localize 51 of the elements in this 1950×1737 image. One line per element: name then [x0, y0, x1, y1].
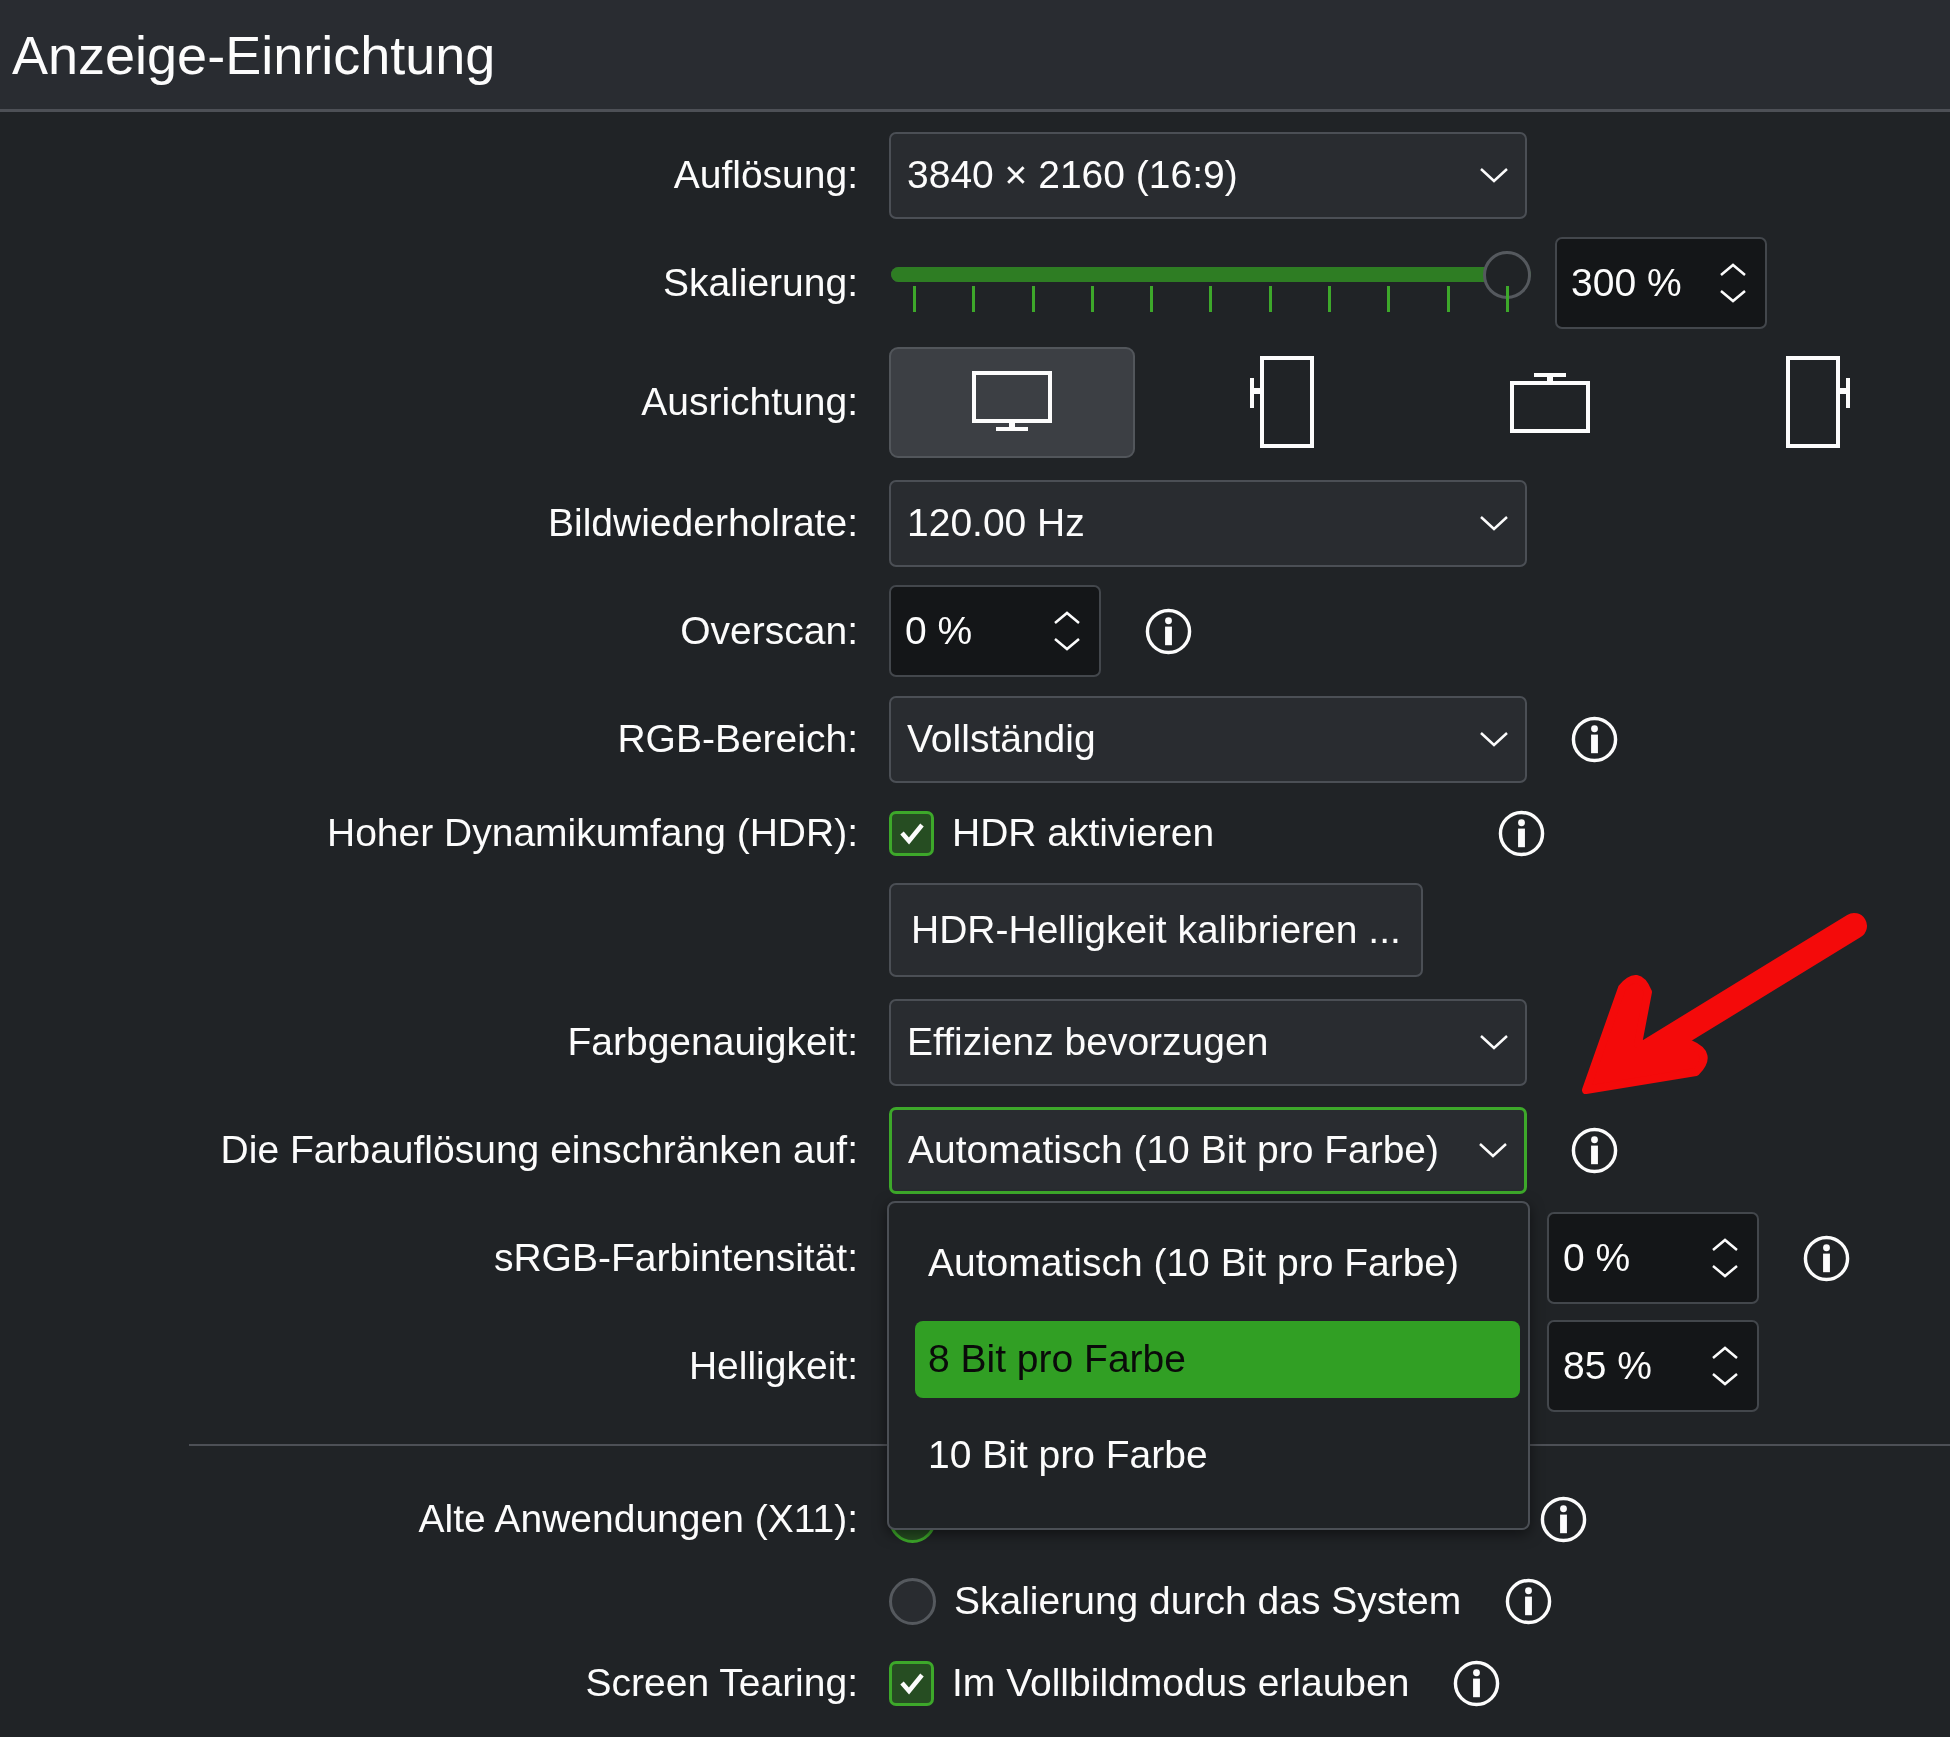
spin-box[interactable]: 300 % — [1555, 237, 1767, 329]
setting-label: Helligkeit: — [688, 1344, 858, 1388]
radio-label: Skalierung durch das System — [954, 1579, 1462, 1623]
setting-label: Auflösung: — [673, 153, 858, 197]
setting-label: Overscan: — [680, 609, 858, 653]
setting-label: Hoher Dynamikumfang (HDR): — [327, 811, 858, 855]
info-icon[interactable] — [1571, 715, 1618, 763]
chevron-down-icon — [1479, 1033, 1509, 1051]
orientation-button[interactable] — [889, 346, 1135, 458]
setting-label: sRGB-Farbintensität: — [493, 1236, 858, 1280]
chevron-down-icon — [1479, 514, 1509, 532]
radio-button[interactable] — [889, 1577, 936, 1625]
dropdown-option[interactable]: 8 Bit pro Farbe — [915, 1320, 1520, 1398]
setting-label: RGB-Bereich: — [617, 717, 858, 761]
info-icon[interactable] — [1145, 607, 1192, 655]
spin-box[interactable]: 0 % — [1547, 1212, 1759, 1304]
calibrate-button[interactable]: HDR-Helligkeit kalibrieren ... — [889, 883, 1423, 977]
dropdown[interactable]: 3840 × 2160 (16:9) — [889, 131, 1527, 219]
monitor-icon — [972, 371, 1052, 433]
setting-label: Screen Tearing: — [585, 1661, 858, 1705]
setting-label: Die Farbauflösung einschränken auf: — [220, 1128, 858, 1172]
checkbox[interactable] — [889, 1660, 934, 1706]
info-icon[interactable] — [1803, 1234, 1850, 1282]
info-icon[interactable] — [1505, 1577, 1553, 1625]
dropdown[interactable]: Automatisch (10 Bit pro Farbe) — [889, 1106, 1527, 1194]
spin-box[interactable]: 85 % — [1547, 1320, 1759, 1412]
spin-box[interactable]: 0 % — [889, 585, 1101, 677]
portrait-monitor-icon — [1248, 356, 1314, 448]
chevron-down-icon — [1478, 1141, 1508, 1159]
setting-label: Skalierung: — [662, 261, 858, 305]
dropdown[interactable]: Vollständig — [889, 695, 1527, 783]
checkbox[interactable] — [889, 810, 934, 856]
chevron-down-icon — [1479, 166, 1509, 184]
info-icon[interactable] — [1540, 1495, 1587, 1543]
setting-label: Farbgenauigkeit: — [567, 1020, 858, 1064]
setting-label: Ausrichtung: — [641, 380, 858, 424]
dropdown[interactable]: 120.00 Hz — [889, 479, 1527, 567]
dropdown[interactable]: Effizienz bevorzugen — [889, 998, 1527, 1086]
dropdown-option[interactable]: Automatisch (10 Bit pro Farbe) — [915, 1224, 1520, 1302]
portrait-monitor-icon — [1786, 356, 1852, 448]
page-title: Anzeige-Einrichtung — [12, 23, 496, 86]
setting-label: Bildwiederholrate: — [548, 501, 858, 545]
info-icon[interactable] — [1571, 1126, 1618, 1174]
chevron-down-icon — [1479, 730, 1509, 748]
checkbox-label: Im Vollbildmodus erlauben — [952, 1661, 1410, 1705]
checkbox-label: HDR aktivieren — [952, 811, 1215, 855]
setting-label: Alte Anwendungen (X11): — [418, 1497, 858, 1541]
info-icon[interactable] — [1453, 1659, 1501, 1707]
dropdown-option[interactable]: 10 Bit pro Farbe — [915, 1416, 1520, 1494]
info-icon[interactable] — [1498, 809, 1545, 857]
flipped-monitor-icon — [1510, 371, 1590, 433]
